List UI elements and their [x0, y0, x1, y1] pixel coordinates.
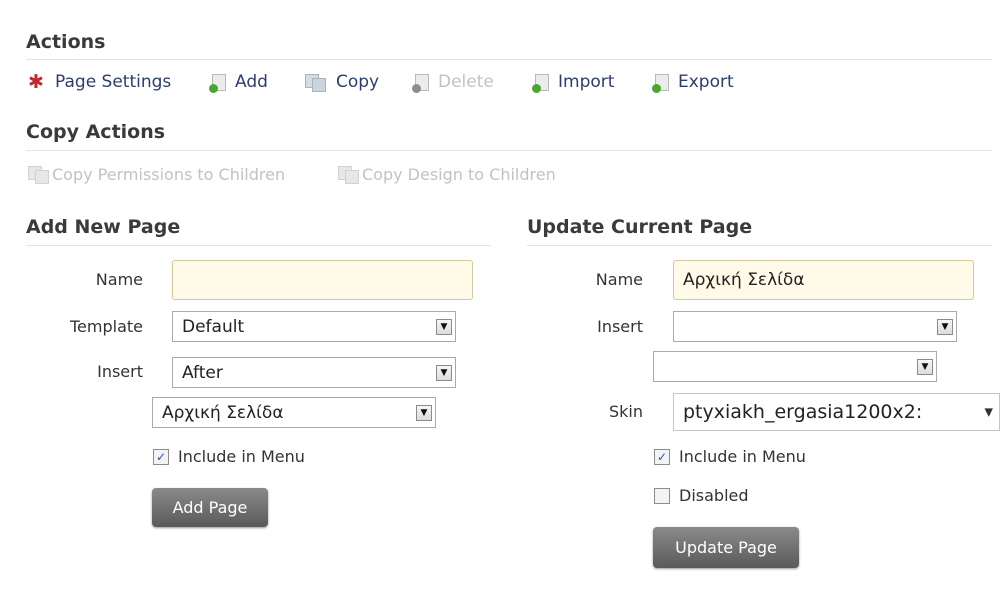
update-insert-label: Insert [597, 317, 643, 336]
chevron-down-icon: ▼ [436, 364, 452, 381]
template-value: Default [182, 316, 245, 337]
chevron-down-icon: ▼ [416, 404, 432, 421]
copy-permissions-link[interactable]: Copy Permissions to Children [28, 164, 285, 184]
add-label: Add [235, 72, 268, 92]
delete-label: Delete [438, 72, 494, 92]
skin-select[interactable]: ptyxiakh_ergasia1200x2: ▼ [673, 393, 1000, 431]
copy-actions-divider [26, 150, 992, 151]
disabled-checkbox[interactable]: Disabled [654, 486, 749, 505]
add-page-icon [209, 73, 226, 93]
add-include-menu-checkbox[interactable]: ✓ Include in Menu [153, 447, 305, 466]
copy-design-icon [338, 164, 360, 184]
copy-label: Copy [336, 72, 380, 92]
template-label: Template [69, 317, 143, 336]
update-name-label: Name [595, 270, 643, 289]
update-name-input[interactable]: Αρχική Σελίδα [673, 260, 974, 300]
copy-design-link[interactable]: Copy Design to Children [338, 164, 556, 184]
chevron-down-icon: ▼ [436, 318, 452, 335]
update-page-button[interactable]: Update Page [653, 527, 799, 568]
update-include-menu-checkbox[interactable]: ✓ Include in Menu [654, 447, 806, 466]
update-include-menu-label: Include in Menu [679, 447, 806, 466]
copy-actions-heading: Copy Actions [26, 121, 166, 143]
copy-design-label: Copy Design to Children [362, 164, 556, 184]
delete-link[interactable]: Delete [412, 72, 494, 93]
copy-permissions-label: Copy Permissions to Children [52, 164, 286, 184]
page-settings-label: Page Settings [55, 72, 172, 92]
add-insert-value: After [182, 362, 223, 383]
template-select[interactable]: Default ▼ [172, 311, 456, 342]
add-name-label: Name [95, 270, 143, 289]
checkmark-icon: ✓ [654, 448, 670, 465]
checkmark-icon: ✓ [153, 448, 169, 465]
add-page-select[interactable]: Αρχική Σελίδα ▼ [152, 397, 436, 428]
chevron-down-icon: ▼ [937, 318, 953, 335]
copy-link[interactable]: Copy [305, 72, 379, 92]
update-page-select[interactable]: ▼ [653, 351, 937, 382]
copy-permissions-icon [28, 164, 50, 184]
actions-divider [26, 59, 992, 60]
add-link[interactable]: Add [209, 72, 268, 93]
export-link[interactable]: Export [652, 72, 734, 93]
caret-down-icon: ▼ [984, 405, 993, 419]
copy-icon [305, 72, 327, 92]
add-page-value: Αρχική Σελίδα [162, 402, 284, 423]
skin-value: ptyxiakh_ergasia1200x2: [683, 401, 923, 423]
add-insert-label: Insert [97, 362, 143, 381]
add-name-input[interactable] [172, 260, 473, 300]
export-page-icon [652, 73, 669, 93]
gear-icon: ✱ [28, 71, 44, 93]
unchecked-box-icon [654, 487, 670, 504]
update-insert-select[interactable]: ▼ [673, 311, 957, 342]
skin-label: Skin [608, 402, 643, 421]
add-include-menu-label: Include in Menu [178, 447, 305, 466]
add-page-button[interactable]: Add Page [152, 488, 268, 527]
import-link[interactable]: Import [532, 72, 615, 93]
add-page-divider [26, 245, 491, 246]
update-page-divider [527, 245, 992, 246]
export-label: Export [678, 72, 734, 92]
disabled-label: Disabled [679, 486, 749, 505]
delete-page-icon [412, 73, 429, 93]
import-label: Import [558, 72, 615, 92]
chevron-down-icon: ▼ [917, 358, 933, 375]
add-insert-select[interactable]: After ▼ [172, 357, 456, 388]
import-page-icon [532, 73, 549, 93]
page-settings-link[interactable]: ✱ Page Settings [26, 72, 171, 92]
add-page-heading: Add New Page [26, 216, 181, 238]
actions-heading: Actions [26, 31, 106, 53]
update-page-heading: Update Current Page [527, 216, 753, 238]
